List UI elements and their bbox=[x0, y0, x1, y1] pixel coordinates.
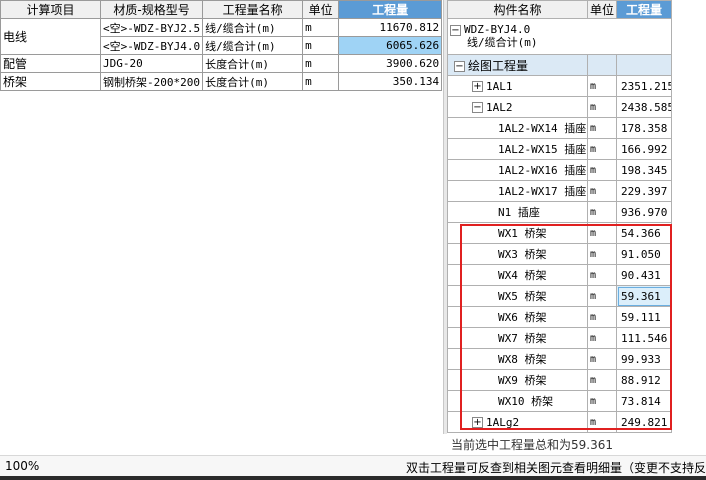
col-header-item[interactable]: 计算项目 bbox=[0, 0, 101, 19]
table-row[interactable]: 配管 JDG-20 长度合计(m) m 3900.620 bbox=[0, 54, 443, 73]
unit-cell[interactable]: m bbox=[587, 117, 617, 139]
col-header-component[interactable]: 构件名称 bbox=[447, 0, 588, 19]
component-name: 1AL2-WX14 插座 bbox=[498, 122, 587, 135]
spec-cell[interactable]: 钢制桥架-200*200 bbox=[99, 72, 204, 91]
spec-cell[interactable]: <空>-WDZ-BYJ2.5 bbox=[99, 18, 204, 37]
unit-cell[interactable]: m bbox=[302, 18, 340, 37]
component-name-cell[interactable]: 1AL2-WX17 插座 bbox=[447, 180, 588, 202]
table-row[interactable]: 电线 <空>-WDZ-BYJ2.5 线/缆合计(m) m 11670.812 bbox=[0, 18, 443, 55]
component-name: 1AL2-WX16 插座 bbox=[498, 164, 587, 177]
tree-row[interactable]: 1AL2-WX17 插座 m 229.397 bbox=[447, 180, 672, 202]
component-name-cell[interactable]: N1 插座 bbox=[447, 201, 588, 223]
unit-cell[interactable]: m bbox=[587, 96, 617, 118]
category-cell[interactable]: 配管 bbox=[0, 54, 101, 73]
tree-group-row[interactable]: − 绘图工程量 bbox=[447, 54, 672, 76]
unit-cell[interactable]: m bbox=[302, 72, 340, 91]
quantity-cell[interactable]: 936.970 bbox=[616, 201, 672, 223]
tree-row[interactable]: +1AL1 m 2351.215 bbox=[447, 75, 672, 97]
component-name: N1 插座 bbox=[498, 206, 540, 219]
component-name-cell[interactable]: 1AL2-WX14 插座 bbox=[447, 117, 588, 139]
tree-row[interactable]: 1AL2-WX14 插座 m 178.358 bbox=[447, 117, 672, 139]
tree-root-cell[interactable]: − WDZ-BYJ4.0 线/缆合计(m) bbox=[447, 18, 672, 55]
selection-sum-text: 当前选中工程量总和为59.361 bbox=[451, 438, 613, 452]
col-header-spec[interactable]: 材质-规格型号 bbox=[99, 0, 204, 19]
col-header-quantity[interactable]: 工程量 bbox=[616, 0, 672, 19]
group-cell[interactable]: − 绘图工程量 bbox=[447, 54, 588, 76]
tree-header-row: 构件名称 单位 工程量 bbox=[447, 0, 672, 19]
quantity-cell[interactable]: 2351.215 bbox=[616, 75, 672, 97]
table-row[interactable]: 桥架 钢制桥架-200*200 长度合计(m) m 350.134 bbox=[0, 72, 443, 91]
quantity-name-cell[interactable]: 线/缆合计(m) bbox=[202, 36, 304, 55]
col-header-quantity-name[interactable]: 工程量名称 bbox=[202, 0, 304, 19]
unit-cell[interactable]: m bbox=[587, 159, 617, 181]
quantity-cell[interactable]: 178.358 bbox=[616, 117, 672, 139]
tree-row[interactable]: N1 插座 m 936.970 bbox=[447, 201, 672, 223]
component-name-cell[interactable]: +1AL1 bbox=[447, 75, 588, 97]
group-value-cell bbox=[616, 54, 672, 76]
col-header-quantity[interactable]: 工程量 bbox=[338, 0, 443, 19]
hint-text: 双击工程量可反查到相关图元查看明细量（变更不支持反 bbox=[405, 461, 706, 475]
quantity-name-cell[interactable]: 线/缆合计(m) bbox=[202, 18, 304, 37]
quantity-cell-selected[interactable]: 6065.626 bbox=[338, 36, 443, 55]
quantity-cell[interactable]: 11670.812 bbox=[338, 18, 443, 37]
component-name: 1AL1 bbox=[486, 79, 513, 93]
summary-header-row: 计算项目 材质-规格型号 工程量名称 单位 工程量 bbox=[0, 0, 443, 19]
spec-cell[interactable]: JDG-20 bbox=[99, 54, 204, 73]
component-name-cell[interactable]: 1AL2-WX15 插座 bbox=[447, 138, 588, 160]
tree-row[interactable]: 1AL2-WX15 插座 m 166.992 bbox=[447, 138, 672, 160]
highlight-box bbox=[460, 224, 672, 430]
collapse-icon[interactable]: − bbox=[454, 61, 465, 72]
root-quantity-name: 线/缆合计(m) bbox=[467, 36, 538, 49]
collapse-icon[interactable]: − bbox=[472, 102, 483, 113]
group-label: 绘图工程量 bbox=[468, 58, 529, 73]
component-name-cell[interactable]: 1AL2-WX16 插座 bbox=[447, 159, 588, 181]
col-header-unit[interactable]: 单位 bbox=[302, 0, 340, 19]
category-cell[interactable]: 桥架 bbox=[0, 72, 101, 91]
unit-cell[interactable]: m bbox=[587, 180, 617, 202]
tree-row[interactable]: −1AL2 m 2438.585 bbox=[447, 96, 672, 118]
unit-cell[interactable]: m bbox=[302, 36, 340, 55]
quantity-name-cell[interactable]: 长度合计(m) bbox=[202, 72, 304, 91]
component-name: 1AL2-WX15 插座 bbox=[498, 143, 587, 156]
unit-cell[interactable]: m bbox=[587, 75, 617, 97]
collapse-icon[interactable]: − bbox=[450, 24, 461, 36]
status-bar: 100% 双击工程量可反查到相关图元查看明细量（变更不支持反 bbox=[0, 455, 706, 480]
quantity-cell[interactable]: 198.345 bbox=[616, 159, 672, 181]
col-header-unit[interactable]: 单位 bbox=[587, 0, 617, 19]
tree-root-row[interactable]: − WDZ-BYJ4.0 线/缆合计(m) bbox=[447, 18, 672, 55]
zoom-level[interactable]: 100% bbox=[5, 459, 39, 473]
root-spec: WDZ-BYJ4.0 bbox=[464, 23, 531, 36]
unit-cell[interactable]: m bbox=[587, 138, 617, 160]
category-cell[interactable]: 电线 bbox=[0, 18, 101, 55]
spec-cell[interactable]: <空>-WDZ-BYJ4.0 bbox=[99, 36, 204, 55]
quantity-cell[interactable]: 166.992 bbox=[616, 138, 672, 160]
group-unit-cell bbox=[587, 54, 617, 76]
summary-table: 计算项目 材质-规格型号 工程量名称 单位 工程量 电线 <空>-WDZ-BYJ… bbox=[0, 0, 443, 91]
expand-icon[interactable]: + bbox=[472, 81, 483, 92]
component-name-cell[interactable]: −1AL2 bbox=[447, 96, 588, 118]
component-name: 1AL2-WX17 插座 bbox=[498, 185, 587, 198]
taskbar-strip bbox=[0, 476, 706, 480]
quantity-cell[interactable]: 350.134 bbox=[338, 72, 443, 91]
component-name: 1AL2 bbox=[486, 100, 513, 114]
unit-cell[interactable]: m bbox=[587, 201, 617, 223]
quantity-cell[interactable]: 229.397 bbox=[616, 180, 672, 202]
quantity-cell[interactable]: 2438.585 bbox=[616, 96, 672, 118]
tree-row[interactable]: 1AL2-WX16 插座 m 198.345 bbox=[447, 159, 672, 181]
quantity-name-cell[interactable]: 长度合计(m) bbox=[202, 54, 304, 73]
quantity-cell[interactable]: 3900.620 bbox=[338, 54, 443, 73]
unit-cell[interactable]: m bbox=[302, 54, 340, 73]
